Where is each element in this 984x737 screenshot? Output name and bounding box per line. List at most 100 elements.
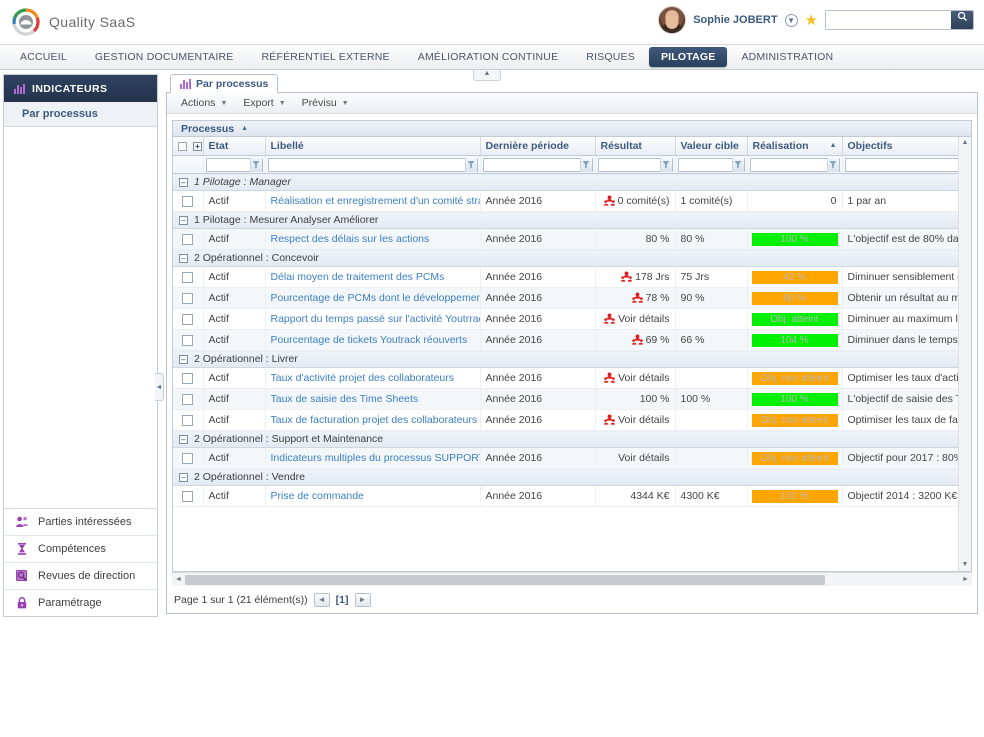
cell-libelle[interactable]: Pourcentage de PCMs dont le développemen… [265,287,481,309]
scroll-down-icon[interactable]: ▼ [959,559,971,571]
user-name[interactable]: Sophie JOBERT [693,14,777,26]
nav-item-administration[interactable]: ADMINISTRATION [727,47,847,67]
group-header-row[interactable]: –1 Pilotage : Manager [173,173,971,191]
row-checkbox[interactable] [182,292,194,304]
table-row[interactable]: Actif Prise de commande Année 2016 4344 K€ 4… [173,485,971,507]
cell-checkbox[interactable] [173,266,204,288]
hscroll-thumb[interactable] [185,574,825,585]
group-header-row[interactable]: –2 Opérationnel : Concevoir [173,249,971,267]
group-header-row[interactable]: –2 Opérationnel : Support et Maintenance [173,430,971,448]
search-icon[interactable] [951,11,973,29]
grid-scroll-area[interactable]: + Etat Libellé Dernière période Résultat… [172,137,972,572]
filter-input-libelle[interactable] [268,158,465,171]
nav-item-accueil[interactable]: ACCUEIL [6,47,81,67]
col-resultat[interactable]: Résultat [595,137,676,156]
indicator-link[interactable]: Indicateurs multiples du processus SUPPO… [271,452,480,464]
indicator-link[interactable]: Taux de saisie des Time Sheets [271,393,419,405]
group-collapse-icon[interactable]: – [179,354,188,364]
brand[interactable]: Quality SaaS [12,8,136,36]
col-derniere-periode[interactable]: Dernière période [480,137,596,156]
cell-checkbox[interactable] [173,190,204,212]
col-etat[interactable]: Etat [203,137,266,156]
scroll-left-icon[interactable]: ◄ [172,574,185,586]
nav-item-referentiel-externe[interactable]: RÉFÉRENTIEL EXTERNE [247,47,403,67]
group-collapse-icon[interactable]: – [179,472,188,482]
cell-checkbox[interactable] [173,485,204,507]
row-checkbox[interactable] [182,334,194,346]
cell-checkbox[interactable] [173,388,204,410]
group-header-row[interactable]: –2 Opérationnel : Livrer [173,350,971,368]
sidebar-item-parametrage[interactable]: Paramétrage [4,590,157,616]
cell-libelle[interactable]: Taux de saisie des Time Sheets [265,388,481,410]
cell-checkbox[interactable] [173,287,204,309]
table-row[interactable]: Actif Pourcentage de tickets Youtrack réo… [173,329,971,351]
cell-checkbox[interactable] [173,228,204,250]
sidebar-collapse-handle[interactable]: ◄ [155,373,164,401]
group-collapse-icon[interactable]: – [179,434,188,444]
collapse-header-toggle[interactable]: ▲ [473,70,501,81]
group-collapse-icon[interactable]: – [179,253,188,263]
toolbar-actions-menu[interactable]: Actions ▼ [174,95,234,111]
filter-input-cible[interactable] [678,158,732,171]
cell-libelle[interactable]: Taux de facturation projet des collabora… [265,409,481,431]
cell-libelle[interactable]: Respect des délais sur les actions [265,228,481,250]
filter-funnel-icon[interactable] [249,157,262,172]
filter-input-objectifs[interactable] [845,158,970,171]
select-all-checkbox[interactable] [178,141,187,151]
cell-checkbox[interactable] [173,308,204,330]
toolbar-previsu-menu[interactable]: Prévisu ▼ [295,95,356,111]
table-row[interactable]: Actif Indicateurs multiples du processus … [173,447,971,469]
nav-item-gestion-documentaire[interactable]: GESTION DOCUMENTAIRE [81,47,248,67]
horizontal-scrollbar[interactable]: ◄ ► [172,572,972,586]
filter-funnel-icon[interactable] [464,157,477,172]
row-checkbox[interactable] [182,233,194,245]
filter-input-periode[interactable] [483,158,580,171]
table-row[interactable]: Actif Délai moyen de traitement des PCMs A… [173,266,971,288]
group-collapse-icon[interactable]: – [179,177,188,187]
scroll-up-icon[interactable]: ▲ [959,137,971,149]
indicator-link[interactable]: Pourcentage de PCMs dont le développemen… [271,292,480,304]
hscroll-track[interactable] [185,574,959,586]
sidebar-item-parties-interessees[interactable]: Parties intéressées [4,509,157,536]
indicator-link[interactable]: Rapport du temps passé sur l'activité Yo… [271,313,480,325]
nav-item-pilotage[interactable]: PILOTAGE [648,47,728,67]
pager-current-page[interactable]: [1] [336,594,349,606]
table-row[interactable]: Actif Respect des délais sur les actions A… [173,228,971,250]
row-checkbox[interactable] [182,490,194,502]
filter-input-etat[interactable] [206,158,250,171]
cell-checkbox[interactable] [173,409,204,431]
indicator-link[interactable]: Délai moyen de traitement des PCMs [271,271,445,283]
table-row[interactable]: Actif Pourcentage de PCMs dont le dévelop… [173,287,971,309]
pager-next-button[interactable]: ► [354,592,371,607]
group-collapse-icon[interactable]: – [179,215,188,225]
col-libelle[interactable]: Libellé [265,137,481,156]
indicator-link[interactable]: Réalisation et enregistrement d'un comit… [271,195,480,207]
sidebar-item-par-processus[interactable]: Par processus [4,102,157,127]
col-objectifs[interactable]: Objectifs [842,137,971,156]
group-header-row[interactable]: –1 Pilotage : Mesurer Analyser Améliorer [173,211,971,229]
row-checkbox[interactable] [182,271,194,283]
sidebar-item-competences[interactable]: Compétences [4,536,157,563]
filter-funnel-icon[interactable] [826,157,839,172]
group-by-bar[interactable]: Processus ▲ [172,120,972,137]
row-checkbox[interactable] [182,393,194,405]
row-checkbox[interactable] [182,372,194,384]
table-row[interactable]: Actif Taux de saisie des Time Sheets Année… [173,388,971,410]
expand-all-icon[interactable]: + [192,141,202,151]
filter-input-resultat[interactable] [598,158,660,171]
row-checkbox[interactable] [182,414,194,426]
tab-par-processus[interactable]: Par processus [170,74,279,93]
chevron-down-icon[interactable]: ▼ [784,13,798,27]
indicator-link[interactable]: Taux de facturation projet des collabora… [271,414,478,426]
cell-checkbox[interactable] [173,367,204,389]
cell-checkbox[interactable] [173,329,204,351]
col-select-all[interactable]: + [173,137,204,156]
sidebar-item-revues-de-direction[interactable]: Revues de direction [4,563,157,590]
row-checkbox[interactable] [182,452,194,464]
filter-funnel-icon[interactable] [731,157,744,172]
indicator-link[interactable]: Pourcentage de tickets Youtrack réouvert… [271,334,468,346]
cell-libelle[interactable]: Pourcentage de tickets Youtrack réouvert… [265,329,481,351]
row-checkbox[interactable] [182,313,194,325]
table-row[interactable]: Actif Taux d'activité projet des collabor… [173,367,971,389]
col-valeur-cible[interactable]: Valeur cible [675,137,748,156]
